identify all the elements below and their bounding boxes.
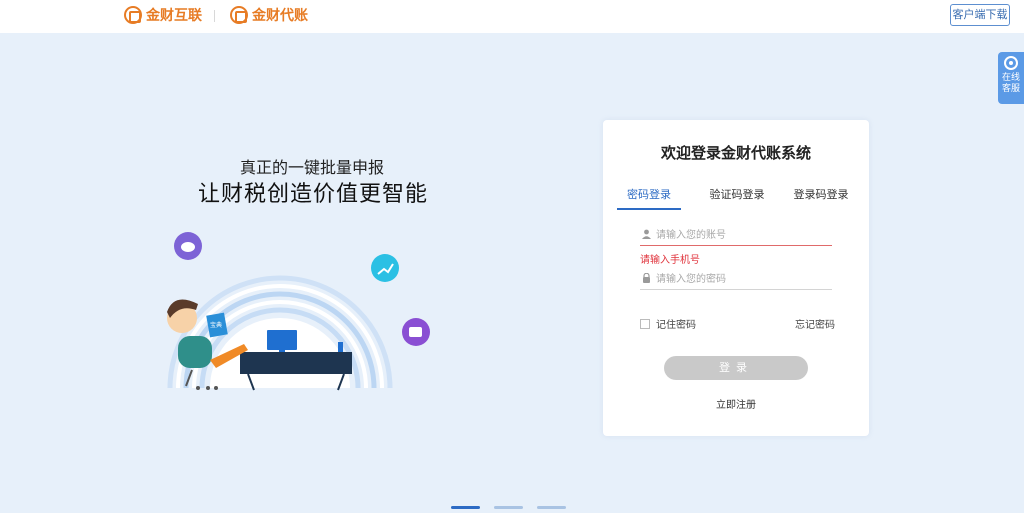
password-input[interactable]: [656, 268, 832, 290]
service-label-line1: 在线: [1001, 72, 1020, 82]
tab-login-code-login[interactable]: 登录码登录: [785, 186, 857, 210]
account-field: [640, 224, 832, 246]
brand-primary-label: 金财互联: [146, 7, 202, 23]
cup-icon: [338, 342, 343, 352]
remember-checkbox[interactable]: [640, 318, 650, 329]
login-title: 欢迎登录金财代账系统: [660, 145, 811, 162]
promo-illustration: 宝典: [167, 232, 430, 391]
carousel-dot-1[interactable]: [451, 506, 480, 509]
tab-password-login[interactable]: 密码登录: [617, 186, 681, 210]
user-icon: [642, 229, 651, 239]
headset-icon: [1004, 56, 1018, 70]
promo-title: 让财税创造价值更智能: [198, 181, 429, 206]
login-tabs: 密码登录 验证码登录 登录码登录: [617, 186, 857, 210]
service-label-line2: 客服: [1001, 83, 1020, 93]
top-header: 金财互联 金财代账 客户端下载: [0, 0, 1024, 33]
carousel-dot-3[interactable]: [537, 506, 566, 509]
register-link[interactable]: 立即注册: [603, 396, 869, 411]
brand-secondary-label: 金财代账: [252, 7, 308, 23]
brand-jincai-daizhang[interactable]: 金财代账: [230, 5, 308, 25]
account-input[interactable]: [656, 224, 832, 246]
brand-jincai-hulian[interactable]: 金财互联: [124, 5, 202, 25]
lock-icon: [643, 273, 650, 283]
growth-chart-icon: [371, 254, 399, 282]
account-error-message: 请输入手机号: [640, 255, 700, 266]
wallet-icon: [402, 318, 430, 346]
remember-password[interactable]: 记住密码: [640, 316, 696, 331]
login-button[interactable]: 登录: [664, 356, 808, 380]
client-download-button[interactable]: 客户端下载: [950, 4, 1010, 26]
remember-label: 记住密码: [656, 320, 696, 331]
desk: [240, 352, 352, 374]
brand-logo-icon: [230, 6, 248, 24]
promo-subtitle: 真正的一键批量申报: [240, 160, 385, 177]
brand-logo-icon: [124, 6, 142, 24]
login-card: 欢迎登录金财代账系统 密码登录 验证码登录 登录码登录 请输入手机号 记住密码 …: [603, 120, 869, 436]
tab-sms-code-login[interactable]: 验证码登录: [697, 186, 777, 210]
piggy-bank-icon: [174, 232, 202, 260]
password-field: [640, 268, 832, 290]
badge-text: 宝典: [210, 321, 222, 329]
forgot-password-link[interactable]: 忘记密码: [795, 316, 835, 331]
carousel-dot-2[interactable]: [494, 506, 523, 509]
brand-divider: [214, 10, 215, 22]
online-service-tab[interactable]: 在线 客服: [998, 52, 1024, 104]
